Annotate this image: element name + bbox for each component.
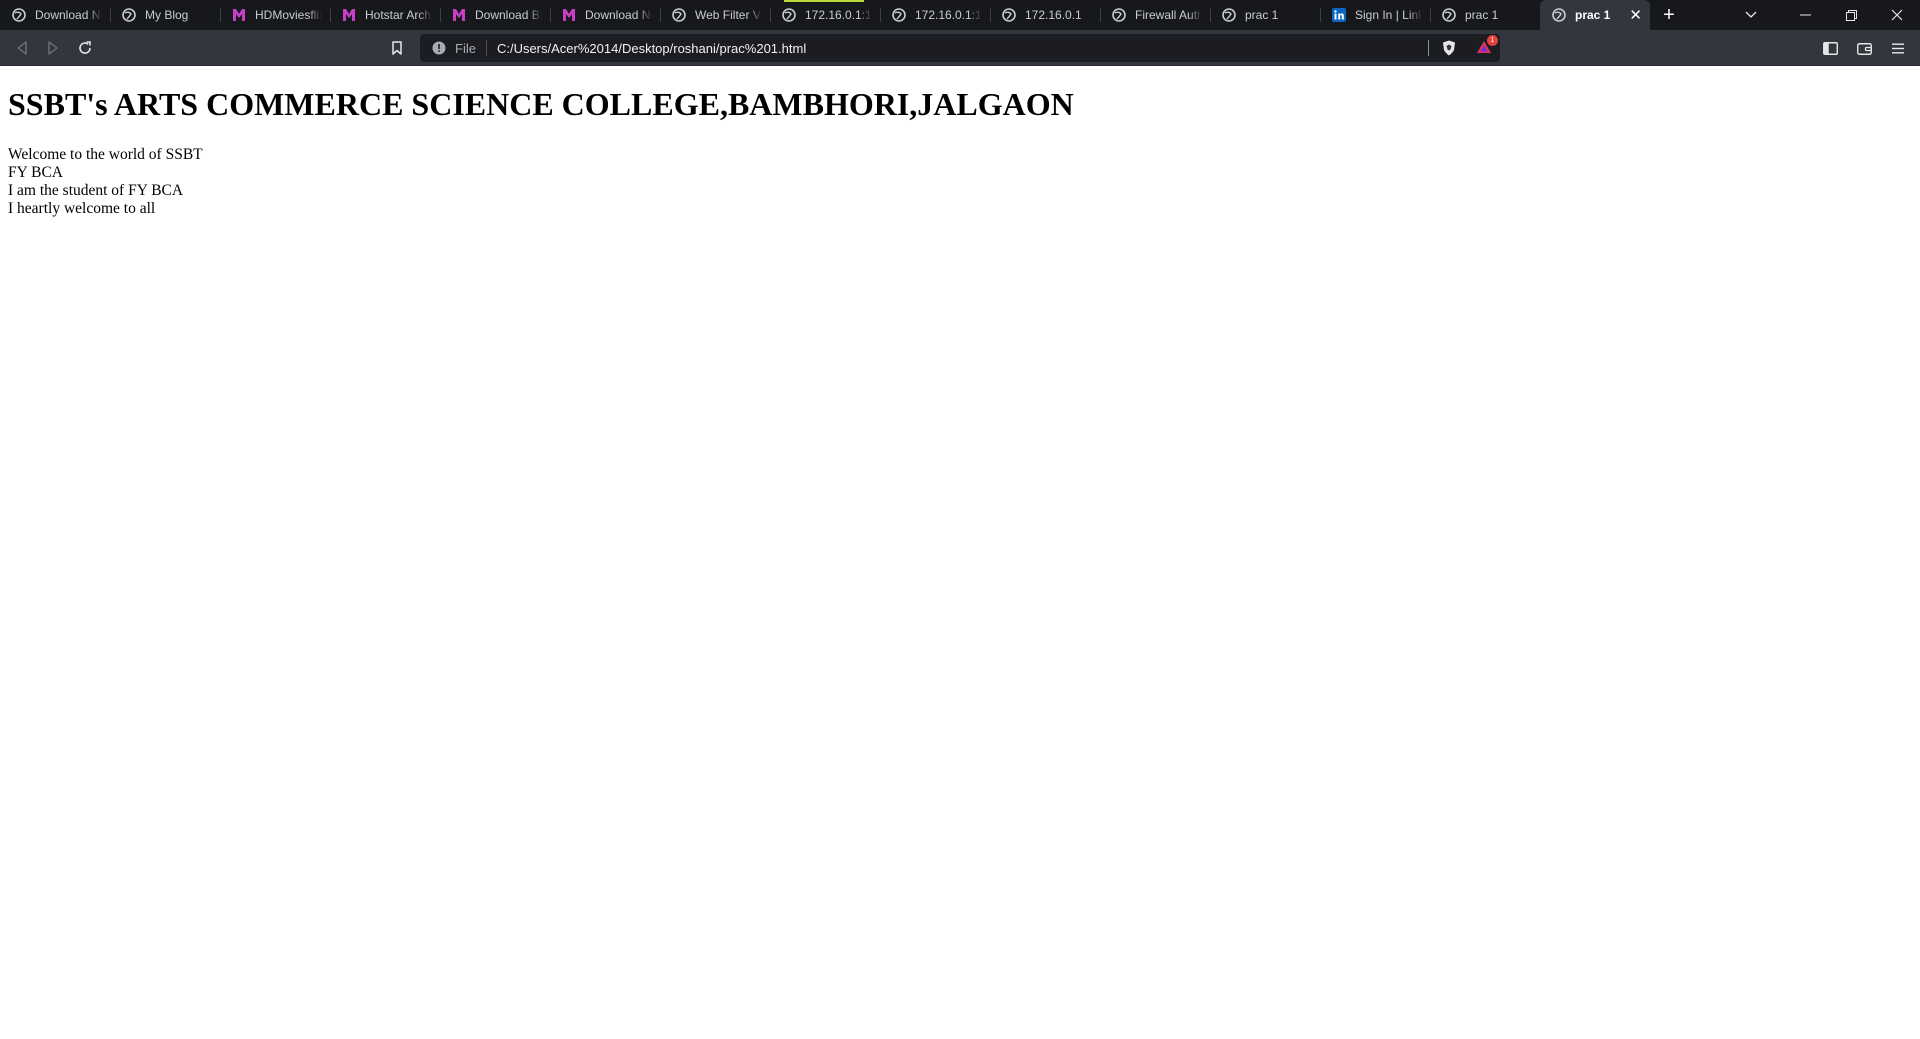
back-arrow-icon[interactable] bbox=[9, 35, 35, 61]
brave-shield-icon[interactable] bbox=[1438, 38, 1460, 58]
tab-title: Download No bbox=[585, 8, 652, 22]
tab-title: Hotstar Archi bbox=[365, 8, 432, 22]
tab-title: 172.16.0.1:100 bbox=[805, 8, 872, 22]
tab-title: Download Bh bbox=[475, 8, 542, 22]
tab[interactable]: My Blog bbox=[110, 0, 220, 30]
address-bar[interactable]: File C:/Users/Acer%2014/Desktop/roshani/… bbox=[420, 34, 1500, 62]
reload-icon[interactable] bbox=[72, 35, 98, 61]
close-window-icon[interactable] bbox=[1874, 0, 1920, 30]
url-right-divider bbox=[1428, 40, 1429, 56]
tab-title: HDMoviesflix bbox=[255, 8, 322, 22]
browser-toolbar: File C:/Users/Acer%2014/Desktop/roshani/… bbox=[0, 30, 1920, 66]
tab[interactable]: Hotstar Archi bbox=[330, 0, 440, 30]
tab-list: Download No My Blog HDMoviesflix Hotstar… bbox=[0, 0, 1650, 30]
bookmark-icon[interactable] bbox=[384, 35, 410, 61]
web-page-content: SSBT's ARTS COMMERCE SCIENCE COLLEGE,BAM… bbox=[0, 67, 1920, 1039]
globe-icon bbox=[1442, 8, 1456, 22]
tab-title: Web Filter Vio bbox=[695, 8, 762, 22]
m-logo-icon bbox=[562, 8, 576, 22]
body-line: I am the student of FY BCA bbox=[8, 182, 184, 199]
tab-search-chevron-down-icon[interactable] bbox=[1728, 0, 1774, 30]
m-logo-icon bbox=[232, 8, 246, 22]
globe-icon bbox=[122, 8, 136, 22]
tab[interactable]: 172.16.0.1 bbox=[990, 0, 1100, 30]
tab[interactable]: Download No bbox=[0, 0, 110, 30]
body-line: I heartly welcome to all bbox=[8, 200, 156, 217]
tab-title: prac 1 bbox=[1575, 8, 1611, 22]
url-scheme-label: File bbox=[455, 40, 476, 56]
tab-title: 172.16.0.1:100 bbox=[915, 8, 982, 22]
body-line: FY BCA bbox=[8, 164, 63, 181]
page-body-text: Welcome to the world of SSBT FY BCA I am… bbox=[8, 146, 203, 218]
minimize-icon[interactable] bbox=[1782, 0, 1828, 30]
site-info-icon[interactable] bbox=[431, 40, 447, 56]
sidebar-toggle-icon[interactable] bbox=[1817, 35, 1843, 61]
wallet-icon[interactable] bbox=[1851, 35, 1877, 61]
globe-icon bbox=[892, 8, 906, 22]
tab-title: prac 1 bbox=[1465, 8, 1499, 22]
m-logo-icon bbox=[342, 8, 356, 22]
body-line: Welcome to the world of SSBT bbox=[8, 146, 203, 163]
menu-hamburger-icon[interactable] bbox=[1885, 35, 1911, 61]
tab-title: My Blog bbox=[145, 8, 189, 22]
tab-active[interactable]: prac 1 ✕ bbox=[1540, 0, 1650, 30]
forward-arrow-icon[interactable] bbox=[40, 35, 66, 61]
tab[interactable]: Sign In | Linke bbox=[1320, 0, 1430, 30]
globe-icon bbox=[12, 8, 26, 22]
tab[interactable]: Firewall Authe bbox=[1100, 0, 1210, 30]
tab[interactable]: 172.16.0.1:100 bbox=[770, 0, 880, 30]
globe-icon bbox=[1222, 8, 1236, 22]
tab-title: Firewall Authe bbox=[1135, 8, 1202, 22]
window-controls bbox=[1728, 0, 1920, 30]
page-heading: SSBT's ARTS COMMERCE SCIENCE COLLEGE,BAM… bbox=[8, 86, 1074, 122]
close-tab-icon[interactable]: ✕ bbox=[1629, 6, 1642, 24]
globe-icon bbox=[1112, 8, 1126, 22]
tab[interactable]: Download No bbox=[550, 0, 660, 30]
tab-title: Sign In | Linke bbox=[1355, 8, 1422, 22]
new-tab-button[interactable]: + bbox=[1654, 0, 1684, 30]
globe-icon bbox=[782, 8, 796, 22]
tab[interactable]: prac 1 bbox=[1430, 0, 1540, 30]
globe-icon bbox=[1552, 8, 1566, 22]
globe-icon bbox=[672, 8, 686, 22]
tab-title: 172.16.0.1 bbox=[1025, 8, 1082, 22]
linkedin-icon bbox=[1332, 8, 1346, 22]
tab-title: prac 1 bbox=[1245, 8, 1279, 22]
tab-strip: Download No My Blog HDMoviesflix Hotstar… bbox=[0, 0, 1920, 30]
tab[interactable]: Web Filter Vio bbox=[660, 0, 770, 30]
tab[interactable]: Download Bh bbox=[440, 0, 550, 30]
brave-rewards-icon[interactable]: 1 bbox=[1472, 35, 1498, 58]
m-logo-icon bbox=[452, 8, 466, 22]
tab[interactable]: prac 1 bbox=[1210, 0, 1320, 30]
tab[interactable]: HDMoviesflix bbox=[220, 0, 330, 30]
globe-icon bbox=[1002, 8, 1016, 22]
rewards-count-badge: 1 bbox=[1487, 35, 1498, 46]
url-divider bbox=[485, 40, 487, 56]
tab[interactable]: 172.16.0.1:100 bbox=[880, 0, 990, 30]
restore-icon[interactable] bbox=[1828, 0, 1874, 30]
url-text[interactable]: C:/Users/Acer%2014/Desktop/roshani/prac%… bbox=[497, 41, 806, 56]
tab-title: Download No bbox=[35, 8, 102, 22]
